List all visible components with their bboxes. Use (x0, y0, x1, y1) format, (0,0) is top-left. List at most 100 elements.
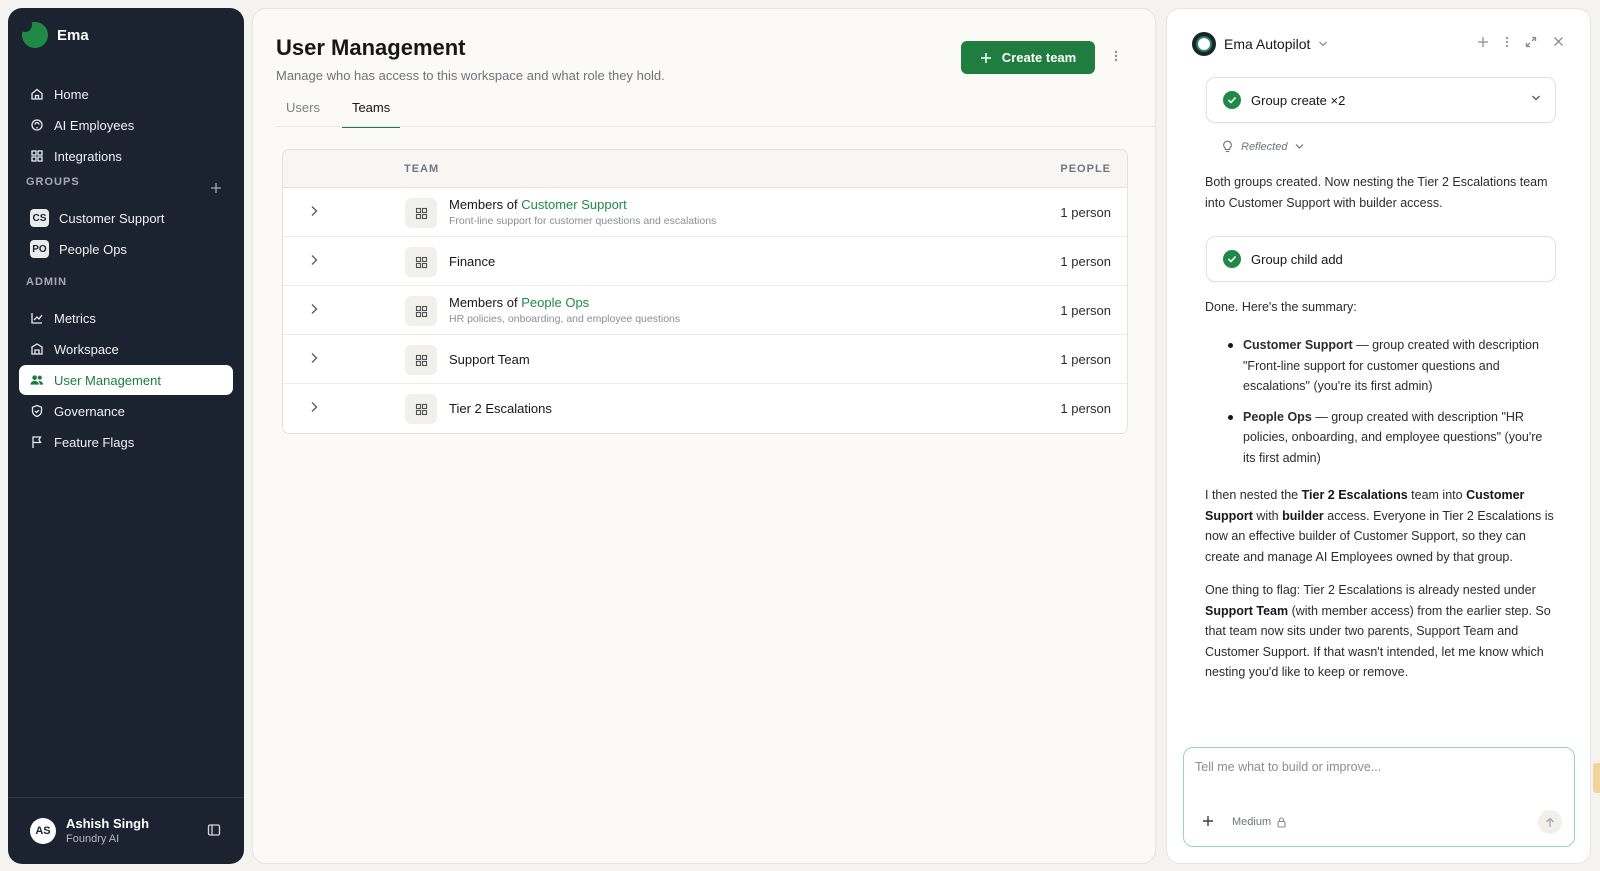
sidebar-item-user-management[interactable]: User Management (19, 365, 233, 395)
chevron-right-icon[interactable] (310, 205, 318, 217)
chevron-right-icon[interactable] (310, 254, 318, 266)
check-icon (1223, 91, 1241, 109)
team-info: Tier 2 Escalations (449, 401, 552, 416)
lightbulb-icon (1222, 140, 1233, 153)
sidebar-item-governance[interactable]: Governance (19, 396, 233, 426)
sidebar-item-home[interactable]: Home (19, 79, 233, 109)
chat-input[interactable] (1195, 760, 1555, 774)
step-card-group-create[interactable]: Group create ×2 (1206, 77, 1556, 123)
main-content: User Management Manage who has access to… (252, 8, 1156, 864)
sidebar-item-people-ops[interactable]: PO People Ops (19, 234, 233, 264)
team-description: HR policies, onboarding, and employee qu… (449, 313, 681, 325)
ema-logo-icon (22, 22, 48, 48)
chevron-right-icon[interactable] (310, 352, 318, 364)
expand-icon[interactable] (1525, 36, 1537, 48)
add-group-icon[interactable] (210, 182, 222, 194)
sidebar-item-feature-flags[interactable]: Feature Flags (19, 427, 233, 457)
sidebar-item-workspace[interactable]: Workspace (19, 334, 233, 364)
users-icon (30, 373, 44, 387)
attach-plus-icon[interactable] (1202, 815, 1214, 827)
autopilot-header[interactable]: Ema Autopilot (1192, 32, 1328, 56)
user-profile[interactable]: AS Ashish Singh Foundry AI (30, 816, 149, 845)
team-description: Front-line support for customer question… (449, 215, 717, 227)
tab-users[interactable]: Users (276, 100, 330, 128)
team-info: Members of Customer Support Front-line s… (449, 197, 716, 227)
step-label: Group create ×2 (1251, 92, 1346, 108)
sidebar: Ema Home AI Employees Integrations GROUP… (8, 8, 244, 864)
chevron-down-icon[interactable] (1318, 40, 1328, 48)
brand-name: Ema (57, 26, 89, 44)
sidebar-item-customer-support[interactable]: CS Customer Support (19, 203, 233, 233)
sidebar-toggle-icon[interactable] (207, 823, 221, 837)
new-chat-icon[interactable] (1477, 36, 1489, 48)
model-selector[interactable]: Medium (1232, 816, 1286, 828)
list-item: Customer Support — group created with de… (1222, 335, 1557, 397)
integrations-icon (30, 149, 44, 163)
create-team-button[interactable]: Create team (961, 41, 1095, 74)
team-group-link[interactable]: Customer Support (521, 197, 627, 212)
workspace-icon (30, 342, 44, 356)
panel-actions (1477, 36, 1564, 48)
table-row[interactable]: Members of Customer Support Front-line s… (283, 188, 1127, 237)
chevron-down-icon[interactable] (1531, 94, 1541, 102)
team-name: Tier 2 Escalations (449, 401, 552, 416)
team-icon (405, 394, 437, 424)
avatar: AS (30, 817, 56, 844)
brand[interactable]: Ema (22, 22, 89, 48)
admin-section-label: ADMIN (26, 276, 68, 288)
shield-icon (30, 404, 44, 418)
team-name: Members of Customer Support (449, 197, 627, 212)
step-card-group-child-add[interactable]: Group child add (1206, 236, 1556, 282)
sidebar-item-integrations[interactable]: Integrations (19, 141, 233, 171)
table-row[interactable]: Finance 1 person (283, 237, 1127, 286)
team-info: Finance (449, 254, 495, 269)
edge-tab[interactable] (1593, 763, 1600, 793)
autopilot-panel: Ema Autopilot Group create ×2 Reflected … (1166, 8, 1591, 864)
team-column-header: TEAM (404, 163, 440, 175)
reflected-toggle[interactable]: Reflected (1222, 140, 1304, 153)
more-options-icon[interactable] (1505, 36, 1509, 48)
sidebar-item-label: Customer Support (59, 210, 165, 226)
chevron-right-icon[interactable] (310, 401, 318, 413)
people-count: 1 person (1060, 352, 1111, 367)
metrics-icon (30, 311, 44, 325)
sidebar-divider (8, 797, 244, 798)
flag-icon (30, 435, 44, 449)
table-header: TEAM PEOPLE (283, 150, 1127, 188)
assistant-message: Done. Here's the summary: (1205, 300, 1357, 314)
page-subtitle: Manage who has access to this workspace … (276, 68, 665, 83)
tabs: Users Teams (276, 100, 412, 128)
panel-title: Ema Autopilot (1224, 36, 1311, 52)
sidebar-item-label: Integrations (54, 148, 122, 164)
sidebar-item-ai-employees[interactable]: AI Employees (19, 110, 233, 140)
teams-table: TEAM PEOPLE Members of Customer Support … (282, 149, 1128, 434)
sidebar-item-metrics[interactable]: Metrics (19, 303, 233, 333)
page-title: User Management (276, 35, 466, 60)
team-info: Support Team (449, 352, 530, 367)
table-row[interactable]: Support Team 1 person (283, 335, 1127, 384)
sidebar-item-label: Metrics (54, 310, 96, 326)
sidebar-item-label: Home (54, 86, 89, 102)
table-row[interactable]: Tier 2 Escalations 1 person (283, 384, 1127, 433)
team-icon (405, 345, 437, 375)
send-button[interactable] (1538, 810, 1562, 834)
table-row[interactable]: Members of People Ops HR policies, onboa… (283, 286, 1127, 335)
tab-teams[interactable]: Teams (341, 100, 401, 128)
people-count: 1 person (1060, 254, 1111, 269)
chevron-right-icon[interactable] (310, 303, 318, 315)
people-column-header: PEOPLE (1060, 163, 1111, 175)
close-icon[interactable] (1553, 36, 1564, 48)
group-badge: PO (30, 240, 49, 258)
group-badge: CS (30, 209, 49, 227)
user-org: Foundry AI (66, 833, 120, 845)
assistant-message: Both groups created. Now nesting the Tie… (1205, 175, 1548, 210)
user-name: Ashish Singh (66, 816, 150, 831)
team-group-link[interactable]: People Ops (521, 295, 589, 310)
team-icon (405, 198, 437, 228)
people-count: 1 person (1060, 303, 1111, 318)
ai-employees-icon (30, 118, 44, 132)
more-options-icon[interactable] (1114, 50, 1118, 62)
create-team-label: Create team (1001, 50, 1077, 65)
reflected-label: Reflected (1241, 140, 1288, 153)
step-label: Group child add (1251, 251, 1343, 267)
